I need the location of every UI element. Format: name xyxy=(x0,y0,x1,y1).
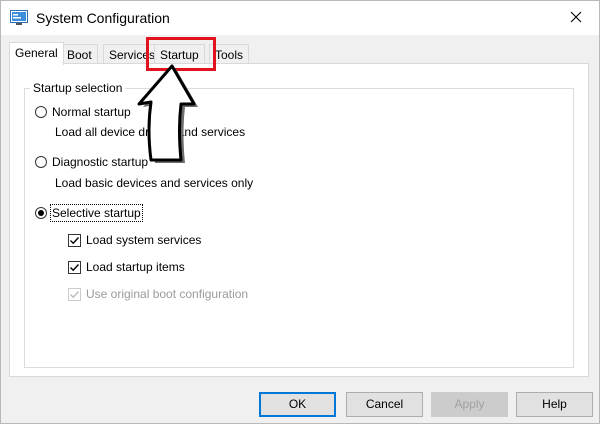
tab-general[interactable]: General xyxy=(9,42,64,65)
general-tab-panel: Startup selection Normal startup Load al… xyxy=(9,63,589,377)
checkbox-checked[interactable] xyxy=(68,233,81,247)
tab-strip: General Boot Services Startup Tools xyxy=(9,42,589,65)
ok-button[interactable]: OK xyxy=(259,392,336,417)
normal-startup-label: Normal startup xyxy=(52,105,131,119)
startup-tab-highlight xyxy=(146,37,216,71)
help-button[interactable]: Help xyxy=(516,392,593,417)
system-configuration-window: System Configuration General Boot Servic… xyxy=(0,0,600,424)
load-startup-items-checkbox[interactable]: Load startup items xyxy=(68,259,185,275)
selective-startup-label: Selective startup xyxy=(50,204,143,222)
startup-selection-legend: Startup selection xyxy=(30,81,126,95)
system-configuration-icon xyxy=(10,10,28,26)
radio-button[interactable] xyxy=(35,156,47,168)
window-title: System Configuration xyxy=(36,10,170,26)
radio-button-selected[interactable] xyxy=(35,207,47,219)
tab-boot[interactable]: Boot xyxy=(61,44,98,64)
diagnostic-startup-radio[interactable]: Diagnostic startup xyxy=(35,154,148,170)
use-original-boot-config-label: Use original boot configuration xyxy=(86,287,249,301)
close-icon xyxy=(570,11,582,26)
checkmark-icon xyxy=(70,263,80,271)
load-system-services-checkbox[interactable]: Load system services xyxy=(68,232,201,248)
load-system-services-label: Load system services xyxy=(86,233,202,247)
use-original-boot-config-checkbox: Use original boot configuration xyxy=(68,286,248,302)
normal-startup-description: Load all device drivers and services xyxy=(55,125,246,139)
checkmark-icon xyxy=(70,236,80,244)
apply-button: Apply xyxy=(431,392,508,417)
close-button[interactable] xyxy=(553,1,599,35)
checkmark-icon xyxy=(70,290,80,298)
title-bar[interactable]: System Configuration xyxy=(1,1,599,35)
load-startup-items-label: Load startup items xyxy=(86,260,185,274)
checkbox-checked[interactable] xyxy=(68,260,81,274)
checkbox-disabled xyxy=(68,287,81,301)
diagnostic-startup-description: Load basic devices and services only xyxy=(55,176,254,190)
startup-selection-group: Startup selection Normal startup Load al… xyxy=(24,81,574,368)
normal-startup-radio[interactable]: Normal startup xyxy=(35,104,131,120)
selective-startup-radio[interactable]: Selective startup xyxy=(35,204,143,222)
radio-button[interactable] xyxy=(35,106,47,118)
cancel-button[interactable]: Cancel xyxy=(346,392,423,417)
diagnostic-startup-label: Diagnostic startup xyxy=(52,155,149,169)
